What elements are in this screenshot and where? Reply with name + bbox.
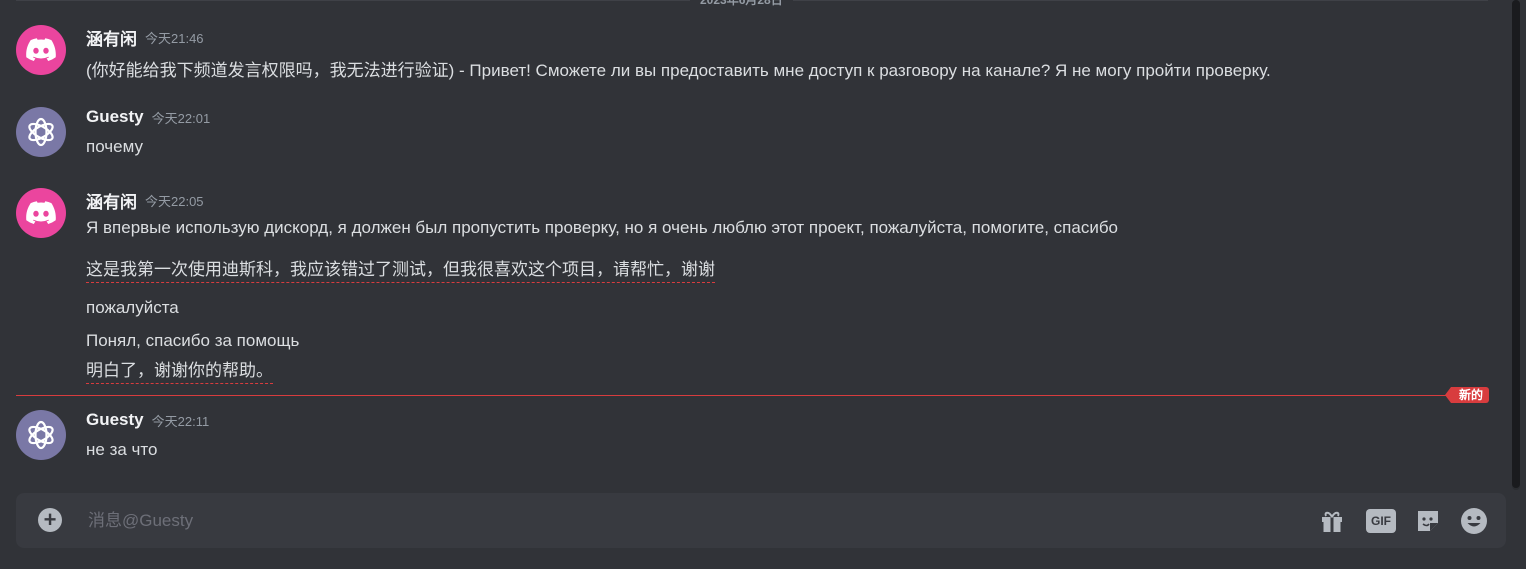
timestamp[interactable]: 今天22:01	[152, 111, 211, 126]
message-input[interactable]	[86, 502, 1240, 540]
new-messages-divider	[16, 395, 1488, 396]
sticker-icon	[1418, 511, 1438, 531]
message-text: (你好能给我下频道发言权限吗，我无法进行验证) - Привет! Сможет…	[86, 61, 1271, 80]
message-group: 涵有闲 今天21:46 (你好能给我下频道发言权限吗，我无法进行验证) - При…	[16, 25, 1488, 85]
message-text: 明白了，谢谢你的帮助。	[86, 356, 273, 384]
message-text: пожалуйста	[86, 298, 179, 317]
openai-logo-icon	[28, 117, 54, 147]
emoji-icon	[1461, 508, 1487, 534]
avatar[interactable]	[16, 25, 66, 75]
message-group: Guesty 今天22:01 почему	[16, 107, 1488, 167]
openai-logo-icon	[28, 420, 54, 450]
message-header: 涵有闲 今天22:05	[86, 188, 204, 212]
message-text: 这是我第一次使用迪斯科，我应该错过了测试，但我很喜欢这个项目，请帮忙，谢谢	[86, 255, 715, 283]
gift-button[interactable]	[1318, 507, 1346, 535]
timestamp[interactable]: 今天21:46	[145, 31, 204, 46]
discord-logo-icon	[26, 201, 56, 224]
message-text: почему	[86, 137, 143, 156]
avatar[interactable]	[16, 188, 66, 238]
add-attachment-button[interactable]: +	[38, 508, 62, 532]
message-header: 涵有闲 今天21:46	[86, 25, 204, 49]
message-header: Guesty 今天22:01	[86, 107, 210, 131]
scrollbar-thumb[interactable]	[1512, 0, 1520, 488]
new-messages-badge: 新的	[1444, 387, 1489, 403]
message-text: Понял, спасибо за помощь	[86, 331, 300, 350]
message-text: не за что	[86, 440, 158, 459]
emoji-button[interactable]	[1460, 507, 1488, 535]
avatar[interactable]	[16, 410, 66, 460]
avatar[interactable]	[16, 107, 66, 157]
date-divider-label: 2023年6月28日	[690, 0, 793, 8]
username[interactable]: 涵有闲	[86, 193, 137, 212]
discord-logo-icon	[26, 38, 56, 61]
message-group: 涵有闲 今天22:05 Я впервые использую дискорд, …	[16, 188, 1488, 384]
username[interactable]: 涵有闲	[86, 30, 137, 49]
gif-icon: GIF	[1366, 509, 1396, 533]
sticker-button[interactable]	[1414, 507, 1442, 535]
username[interactable]: Guesty	[86, 410, 144, 429]
username[interactable]: Guesty	[86, 107, 144, 126]
timestamp[interactable]: 今天22:11	[152, 414, 210, 429]
gift-icon	[1322, 511, 1342, 532]
plus-icon: +	[43, 507, 57, 532]
message-group: Guesty 今天22:11 не за что	[16, 410, 1488, 470]
message-header: Guesty 今天22:11	[86, 410, 209, 434]
gif-label: GIF	[1371, 514, 1391, 528]
message-composer: + GIF	[16, 493, 1506, 548]
timestamp[interactable]: 今天22:05	[145, 194, 204, 209]
gif-button[interactable]: GIF	[1364, 507, 1398, 535]
message-text: Я впервые использую дискорд, я должен бы…	[86, 218, 1119, 237]
